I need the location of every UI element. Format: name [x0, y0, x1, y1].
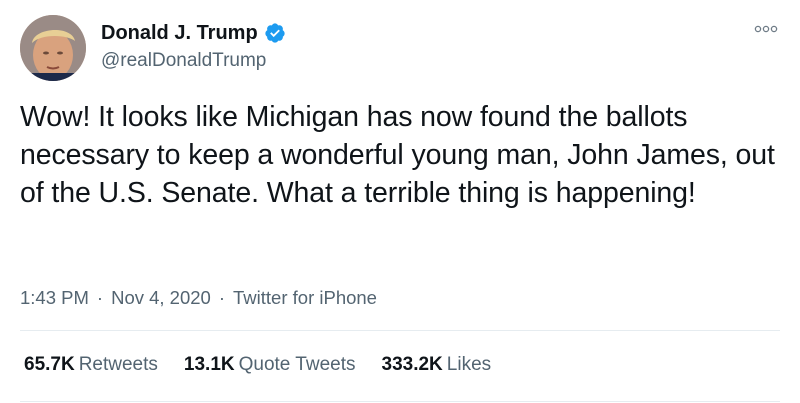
tweet-card: Donald J. Trump @realDonaldTrump Wow! It…: [0, 0, 800, 403]
tweet-time[interactable]: 1:43 PM: [20, 287, 89, 309]
meta-separator: ·: [96, 287, 104, 308]
likes-count: 333.2K: [381, 354, 443, 375]
meta-separator: ·: [218, 287, 226, 308]
author-handle[interactable]: @realDonaldTrump: [101, 50, 266, 72]
more-options-icon: [754, 25, 778, 33]
avatar-image: [20, 15, 86, 81]
quote-tweets-label: Quote Tweets: [238, 354, 356, 375]
tweet-date[interactable]: Nov 4, 2020: [111, 287, 211, 309]
tweet-text: Wow! It looks like Michigan has now foun…: [20, 101, 775, 209]
tweet-meta: 1:43 PM · Nov 4, 2020 · Twitter for iPho…: [20, 287, 377, 309]
retweets-count: 65.7K: [24, 354, 75, 375]
quote-tweets-stat[interactable]: 13.1K Quote Tweets: [184, 354, 356, 376]
avatar[interactable]: [20, 15, 86, 81]
divider: [20, 330, 780, 331]
more-options-button[interactable]: [752, 19, 780, 39]
author-name-row: Donald J. Trump: [101, 20, 286, 46]
divider: [20, 401, 780, 402]
verified-badge-icon: [265, 23, 285, 43]
tweet-source[interactable]: Twitter for iPhone: [233, 287, 377, 309]
likes-stat[interactable]: 333.2K Likes: [382, 354, 492, 376]
quote-tweets-count: 13.1K: [183, 354, 235, 375]
retweets-stat[interactable]: 65.7K Retweets: [24, 354, 158, 376]
engagement-stats: 65.7K Retweets 13.1K Quote Tweets 333.2K Li…: [24, 354, 491, 376]
author-display-name[interactable]: Donald J. Trump: [101, 22, 258, 45]
likes-label: Likes: [446, 354, 492, 375]
retweets-label: Retweets: [78, 354, 158, 375]
